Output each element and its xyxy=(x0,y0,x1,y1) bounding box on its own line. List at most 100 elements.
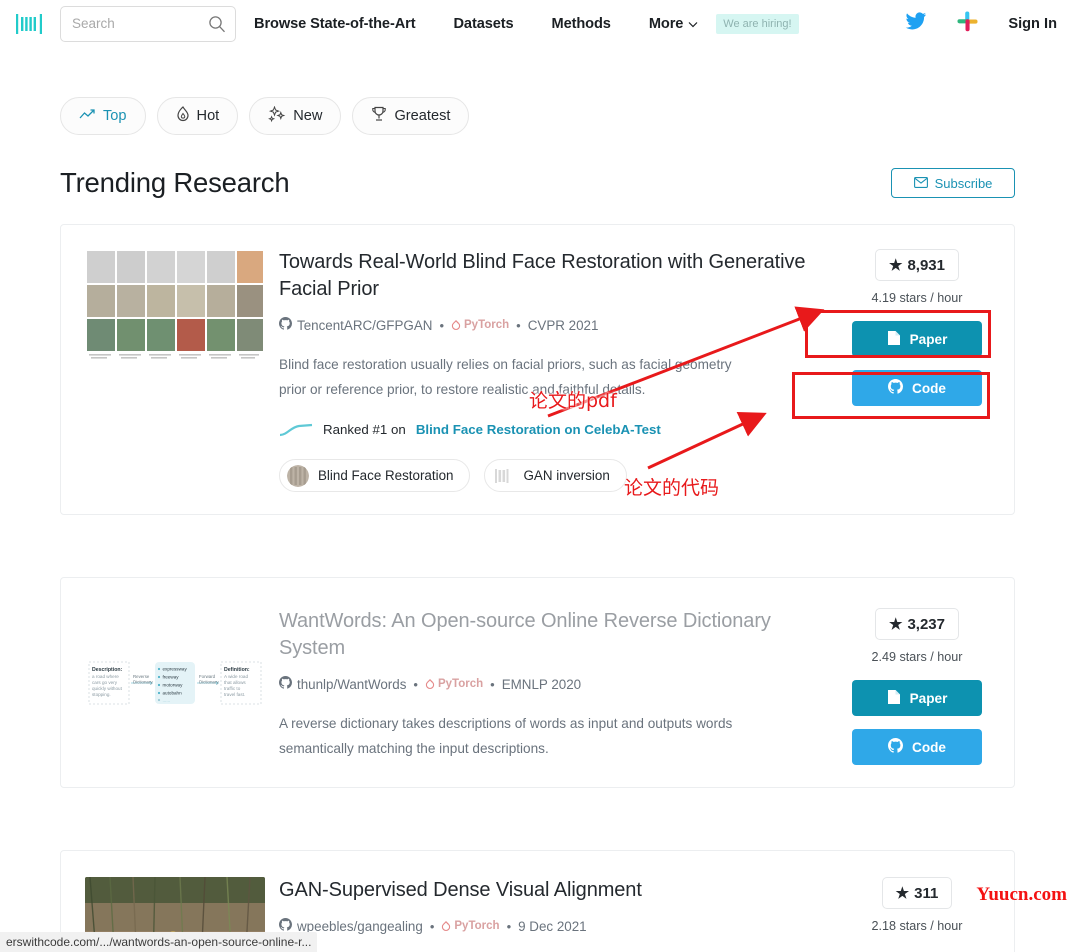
search-box[interactable] xyxy=(60,5,236,42)
filter-chips: Top Hot New Greatest xyxy=(60,97,1015,135)
twitter-icon[interactable] xyxy=(905,11,927,36)
filter-chip-greatest[interactable]: Greatest xyxy=(352,97,470,135)
repo-name: thunlp/WantWords xyxy=(297,676,407,692)
svg-text:quickly without: quickly without xyxy=(92,686,123,691)
paper-title[interactable]: GAN-Supervised Dense Visual Alignment xyxy=(279,877,826,904)
svg-text:cars go very: cars go very xyxy=(92,680,118,685)
paper-card-side: ★ 8,931 4.19 stars / hour Paper Code xyxy=(842,249,992,492)
page-title: Trending Research xyxy=(60,167,290,198)
framework-label: PyTorch xyxy=(464,319,510,331)
svg-text:expressway: expressway xyxy=(163,667,188,672)
task-thumb-faces-icon xyxy=(287,464,309,487)
venue-label: EMNLP 2020 xyxy=(501,676,582,692)
github-icon xyxy=(888,379,904,397)
filter-chip-hot-label: Hot xyxy=(196,108,220,124)
top-navbar: Browse State-of-the-Art Datasets Methods… xyxy=(0,0,1075,47)
paper-card-main: Towards Real-World Blind Face Restoratio… xyxy=(265,249,842,492)
subscribe-button[interactable]: Subscribe xyxy=(891,168,1015,198)
paper-title[interactable]: Towards Real-World Blind Face Restoratio… xyxy=(279,249,826,303)
repo-link[interactable]: TencentARC/GFPGAN xyxy=(279,317,432,333)
paper-card-side: ★ 3,237 2.49 stars / hour Paper Code xyxy=(842,608,992,765)
ranked-row: Ranked #1 on Blind Face Restoration on C… xyxy=(279,422,826,437)
nav-link-browse-sota[interactable]: Browse State-of-the-Art xyxy=(254,16,416,32)
we-are-hiring-badge[interactable]: We are hiring! xyxy=(716,13,799,34)
pwc-logo-icon[interactable] xyxy=(14,10,44,38)
svg-text:a road where: a road where xyxy=(92,674,119,679)
tag-label: Blind Face Restoration xyxy=(318,468,454,483)
svg-text:that allows: that allows xyxy=(224,680,246,685)
svg-text:autobahn: autobahn xyxy=(163,691,183,696)
paper-button-label: Paper xyxy=(909,690,948,706)
slack-icon[interactable] xyxy=(957,10,978,37)
paper-meta: thunlp/WantWords • PyTorch • EMNLP 2020 xyxy=(279,676,826,692)
stars-badge[interactable]: ★ 3,237 xyxy=(875,608,959,640)
star-icon: ★ xyxy=(889,257,903,274)
stars-count: 3,237 xyxy=(907,615,945,633)
paper-card[interactable]: Description: a road where cars go very qu… xyxy=(60,577,1015,788)
paper-button[interactable]: Paper xyxy=(852,680,982,716)
sign-in-link[interactable]: Sign In xyxy=(1008,16,1057,32)
code-button[interactable]: Code xyxy=(852,370,982,406)
github-icon xyxy=(888,738,904,756)
meta-dot: • xyxy=(506,918,512,934)
flame-icon xyxy=(176,106,190,126)
filter-chip-greatest-label: Greatest xyxy=(394,108,451,124)
code-button-label: Code xyxy=(912,739,946,755)
repo-link[interactable]: thunlp/WantWords xyxy=(279,676,406,692)
github-icon xyxy=(279,317,293,333)
stars-badge[interactable]: ★ 311 xyxy=(881,877,953,909)
paper-meta: wpeebles/gangealing • PyTorch • 9 Dec 20… xyxy=(279,918,826,934)
sparkles-icon xyxy=(268,105,286,127)
svg-text:stopping.: stopping. xyxy=(92,692,111,697)
tag-blind-face-restoration[interactable]: Blind Face Restoration xyxy=(279,459,471,492)
nav-link-methods[interactable]: Methods xyxy=(552,16,611,32)
meta-dot: • xyxy=(516,317,521,333)
paper-title[interactable]: WantWords: An Open-source Online Reverse… xyxy=(279,608,826,662)
nav-right-group: Sign In xyxy=(905,10,1057,37)
stars-badge[interactable]: ★ 8,931 xyxy=(875,249,959,281)
star-icon: ★ xyxy=(889,616,903,633)
stars-count: 8,931 xyxy=(907,256,945,274)
sparkline-icon xyxy=(279,423,313,437)
document-icon xyxy=(887,330,901,349)
paper-card-main: GAN-Supervised Dense Visual Alignment wp… xyxy=(265,877,842,952)
filter-chip-top-label: Top xyxy=(103,108,127,124)
svg-text:freeway: freeway xyxy=(163,675,180,680)
envelope-icon xyxy=(913,176,928,191)
paper-meta: TencentARC/GFPGAN • PyTorch • CVPR 2021 xyxy=(279,317,826,333)
code-button[interactable]: Code xyxy=(852,729,982,765)
trending-up-icon xyxy=(79,108,96,125)
tag-label: GAN inversion xyxy=(523,468,610,483)
svg-text:Forward: Forward xyxy=(199,674,216,679)
paper-card[interactable]: Towards Real-World Blind Face Restoratio… xyxy=(60,224,1015,515)
svg-text:traffic to: traffic to xyxy=(224,686,241,691)
nav-link-datasets[interactable]: Datasets xyxy=(453,16,513,32)
svg-text:Dictionary: Dictionary xyxy=(133,680,153,685)
repo-name: TencentARC/GFPGAN xyxy=(297,317,433,333)
meta-dot: • xyxy=(413,676,418,692)
code-button-label: Code xyxy=(912,380,946,396)
framework-label: PyTorch xyxy=(437,678,484,690)
filter-chip-top[interactable]: Top xyxy=(60,97,146,135)
ranked-benchmark-link[interactable]: Blind Face Restoration on CelebA-Test xyxy=(416,422,661,437)
svg-text:travel fast.: travel fast. xyxy=(224,692,245,697)
filter-chip-hot[interactable]: Hot xyxy=(156,97,239,135)
task-thumb-gan-icon xyxy=(492,465,514,487)
stars-rate: 2.18 stars / hour xyxy=(871,919,963,933)
nav-link-more-label: More xyxy=(648,15,684,32)
paper-card-main: WantWords: An Open-source Online Reverse… xyxy=(265,608,842,765)
faces-grid-image xyxy=(85,249,265,366)
tag-gan-inversion[interactable]: GAN inversion xyxy=(484,459,627,492)
filter-chip-new[interactable]: New xyxy=(249,97,342,135)
search-icon[interactable] xyxy=(208,15,226,38)
stars-count: 311 xyxy=(914,884,939,902)
paper-tags: Blind Face Restoration GAN inversion xyxy=(279,459,826,492)
reverse-dictionary-diagram: Description: a road where cars go very qu… xyxy=(85,656,265,717)
paper-thumbnail[interactable]: Description: a road where cars go very qu… xyxy=(85,608,265,765)
nav-link-more[interactable]: More xyxy=(649,16,698,32)
paper-thumbnail[interactable] xyxy=(85,249,265,492)
paper-button[interactable]: Paper xyxy=(852,321,982,357)
nav-links: Browse State-of-the-Art Datasets Methods… xyxy=(254,13,799,34)
stars-rate: 2.49 stars / hour xyxy=(871,650,963,664)
svg-text:A wide road: A wide road xyxy=(224,674,248,679)
